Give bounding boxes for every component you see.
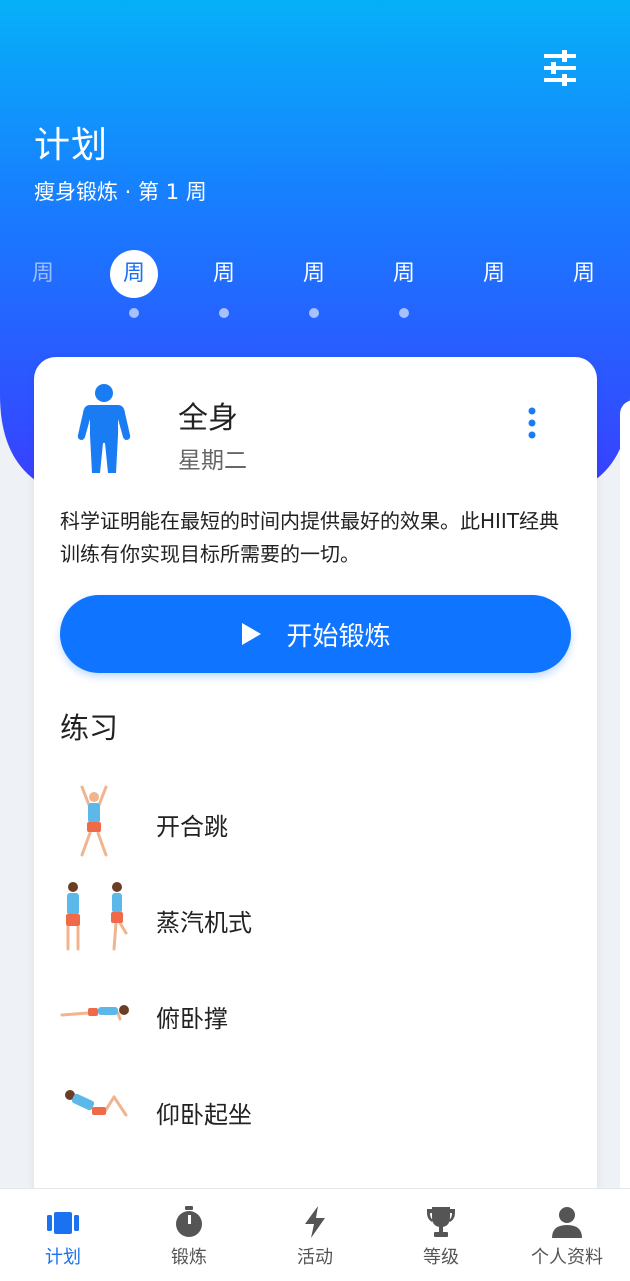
- tab-label: 活动: [297, 1247, 333, 1268]
- push-up-figure: [60, 1005, 129, 1021]
- week-selector: 周 周 周 周 周 周 周: [0, 250, 630, 330]
- workout-description: 科学证明能在最短的时间内提供最好的效果。此HIIT经典训练有你实现目标所需要的一…: [60, 509, 560, 566]
- tab-activity[interactable]: 活动: [252, 1189, 378, 1281]
- next-card-peek[interactable]: [620, 400, 630, 1200]
- week-dot: [129, 308, 139, 318]
- workout-day: 星期二: [178, 448, 247, 474]
- exercise-name: 仰卧起坐: [156, 1101, 252, 1129]
- exercise-name: 蒸汽机式: [156, 909, 252, 937]
- jumping-jacks-figure: [80, 785, 108, 857]
- start-workout-button[interactable]: 开始锻炼: [60, 595, 571, 673]
- week-dot: [219, 308, 229, 318]
- trophy-icon: [427, 1207, 455, 1237]
- tab-level[interactable]: 等级: [378, 1189, 504, 1281]
- person-icon: [552, 1207, 582, 1238]
- plan-icon: [47, 1212, 79, 1234]
- week-item[interactable]: 周: [18, 250, 68, 320]
- exercise-item[interactable]: 俯卧撑: [54, 975, 574, 1055]
- page-title: 计划: [34, 125, 109, 166]
- week-item-current[interactable]: 周: [109, 250, 159, 320]
- exercise-item[interactable]: 开合跳: [54, 783, 574, 863]
- tab-label: 计划: [45, 1247, 81, 1268]
- steam-engine-figure: [66, 882, 128, 951]
- week-item[interactable]: 周: [559, 250, 609, 320]
- play-icon: [242, 623, 262, 645]
- exercises-section-title: 练习: [60, 711, 119, 745]
- tab-workout[interactable]: 锻炼: [126, 1189, 252, 1281]
- workout-card: 全身 星期二 科学证明能在最短的时间内提供最好的效果。此HIIT经典训练有你实现…: [34, 357, 597, 1217]
- week-item[interactable]: 周: [379, 250, 429, 320]
- week-item[interactable]: 周: [469, 250, 519, 320]
- workout-title: 全身: [178, 401, 238, 436]
- sit-up-figure: [65, 1090, 128, 1117]
- tab-label: 等级: [423, 1247, 459, 1268]
- week-dot: [399, 308, 409, 318]
- lightning-icon: [305, 1206, 325, 1238]
- tab-label: 锻炼: [171, 1247, 207, 1268]
- tab-plan[interactable]: 计划: [0, 1189, 126, 1281]
- stopwatch-icon: [176, 1206, 202, 1237]
- tab-label: 个人资料: [531, 1247, 603, 1268]
- full-body-icon: [77, 384, 131, 473]
- exercise-item[interactable]: 蒸汽机式: [54, 879, 574, 959]
- tab-profile[interactable]: 个人资料: [504, 1189, 630, 1281]
- exercise-item[interactable]: 仰卧起坐: [54, 1071, 574, 1151]
- plan-subtitle: 瘦身锻炼 · 第 1 周: [34, 180, 207, 204]
- week-dot: [309, 308, 319, 318]
- exercise-name: 俯卧撑: [156, 1005, 228, 1033]
- week-item[interactable]: 周: [199, 250, 249, 320]
- start-workout-label: 开始锻炼: [286, 621, 391, 652]
- week-item[interactable]: 周: [289, 250, 339, 320]
- filter-settings-icon[interactable]: [538, 46, 582, 90]
- exercise-name: 开合跳: [156, 813, 228, 841]
- more-options-icon[interactable]: [518, 403, 546, 443]
- bottom-tab-bar: 计划 锻炼 活动 等级 个人资料: [0, 1188, 630, 1281]
